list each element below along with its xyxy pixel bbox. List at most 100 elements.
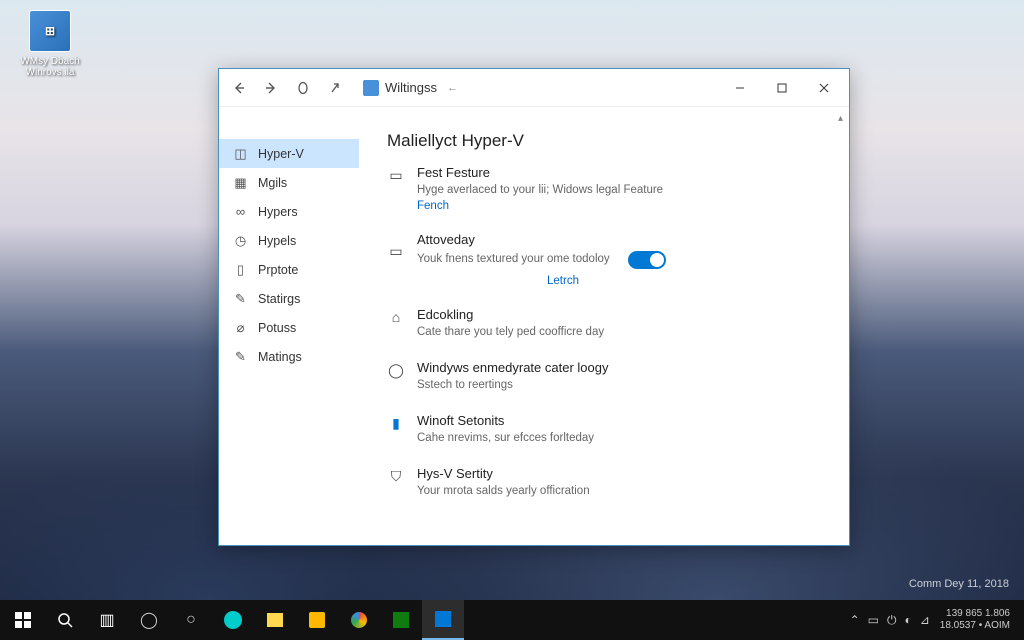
tray-icons[interactable]: ⌃ ▭ ⏻ ◐ ⊿	[850, 613, 930, 628]
monitor-icon: ▭	[387, 242, 405, 260]
lock-icon: ⛉	[387, 467, 405, 485]
shortcut-icon: ⊞	[29, 10, 71, 52]
maximize-button[interactable]	[761, 72, 803, 104]
windows-logo-icon	[15, 612, 31, 628]
setting-title: Fest Festure	[417, 165, 821, 180]
chrome-icon	[351, 612, 367, 628]
tray-chevron-icon[interactable]: ⌃	[850, 613, 860, 628]
taskbar-app-1[interactable]: ◯	[128, 600, 170, 640]
setting-title: Windyws enmedyrate cater loogy	[417, 360, 821, 375]
sidebar-item-potuss[interactable]: ⌀ Potuss	[219, 313, 359, 342]
watermark-text: Comm Dey 11, 2018	[909, 578, 1009, 590]
pen2-icon: ✎	[233, 349, 248, 364]
app-icon-yellow	[309, 612, 325, 628]
setting-title: Hys-V Sertity	[417, 466, 821, 481]
setting-feature: ▭ Fest Festure Hyge averlaced to your li…	[387, 165, 821, 212]
start-button[interactable]	[2, 600, 44, 640]
page-title: Maliellyct Hyper-V	[387, 131, 821, 151]
forward-button[interactable]	[255, 72, 287, 104]
setting-link[interactable]: Fench	[417, 200, 821, 212]
setting-windyws: ◯ Windyws enmedyrate cater loogy Sstech …	[387, 360, 821, 393]
server-icon: ▮	[387, 414, 405, 432]
setting-desc: Sstech to reertings	[417, 377, 821, 393]
edge-icon	[224, 611, 242, 629]
excel-icon	[393, 612, 409, 628]
link-icon: ∞	[233, 204, 248, 219]
doc-icon: ▯	[233, 262, 248, 277]
taskbar-app-4[interactable]	[254, 600, 296, 640]
link2-icon: ⌀	[233, 320, 248, 335]
sidebar-item-hypels[interactable]: ◷ Hypels	[219, 226, 359, 255]
taskbar-app-5[interactable]	[296, 600, 338, 640]
task-view-button[interactable]: ▥	[86, 600, 128, 640]
shield-icon: ◯	[387, 361, 405, 379]
power-icon[interactable]: ⏻	[887, 613, 897, 628]
refresh-button[interactable]	[287, 72, 319, 104]
sidebar-item-label: Mgils	[258, 176, 287, 190]
scroll-up-icon[interactable]: ▴	[838, 113, 843, 124]
toggle-switch[interactable]	[628, 251, 666, 269]
sidebar-item-hypers[interactable]: ∞ Hypers	[219, 197, 359, 226]
sidebar-item-label: Hypels	[258, 234, 296, 248]
sidebar-item-label: Statirgs	[258, 292, 300, 306]
clock-line2: 18.0537 • AOIM	[940, 620, 1010, 632]
setting-desc: Your mrota salds yearly officration	[417, 483, 821, 499]
setting-title: Attoveday	[417, 232, 821, 247]
sidebar-item-statirgs[interactable]: ✎ Statirgs	[219, 284, 359, 313]
feature-icon: ▭	[387, 166, 405, 184]
window-content: ◫ Hyper-V ▦ Mgils ∞ Hypers ◷ Hypels ▯	[219, 107, 849, 545]
arrow-up-right-icon	[329, 82, 341, 94]
taskbar-app-2[interactable]: ○	[170, 600, 212, 640]
shortcut-label: WMsy Dbach Winrovs.ila	[15, 56, 85, 78]
explorer-icon	[267, 613, 283, 627]
close-button[interactable]	[803, 72, 845, 104]
search-button[interactable]	[44, 600, 86, 640]
setting-sublink[interactable]: Letrch	[547, 275, 821, 287]
sidebar-item-label: Hyper-V	[258, 147, 304, 161]
pen-icon: ✎	[233, 291, 248, 306]
back-button[interactable]	[223, 72, 255, 104]
settings-taskbar-icon	[435, 611, 451, 627]
maximize-icon	[777, 83, 787, 93]
minimize-button[interactable]	[719, 72, 761, 104]
sidebar-item-label: Potuss	[258, 321, 296, 335]
sidebar-item-label: Matings	[258, 350, 302, 364]
sidebar-item-mgils[interactable]: ▦ Mgils	[219, 168, 359, 197]
sidebar-item-matings[interactable]: ✎ Matings	[219, 342, 359, 371]
network-icon[interactable]: ⊿	[920, 613, 930, 628]
sidebar-item-prptote[interactable]: ▯ Prptote	[219, 255, 359, 284]
desktop: ⊞ WMsy Dbach Winrovs.ila Comm Dey 11, 20…	[0, 0, 1024, 640]
sidebar: ◫ Hyper-V ▦ Mgils ∞ Hypers ◷ Hypels ▯	[219, 107, 359, 545]
close-icon	[819, 83, 829, 93]
loop-icon	[297, 81, 309, 95]
settings-window: Wiltingss ← ◫ Hyper-V	[218, 68, 850, 546]
main-panel: ▴ Maliellyct Hyper-V ▭ Fest Festure Hyge…	[359, 107, 849, 545]
setting-desc: Youk fnens textured your ome todoloy	[417, 251, 610, 267]
clock-line1: 139 865 1.806	[940, 608, 1010, 620]
up-button[interactable]	[319, 72, 351, 104]
bag-icon: ⌂	[387, 308, 405, 326]
app-icon	[363, 80, 379, 96]
sidebar-item-label: Prptote	[258, 263, 298, 277]
sidebar-item-hyperv[interactable]: ◫ Hyper-V	[219, 139, 359, 168]
volume-icon[interactable]: ◐	[904, 613, 911, 628]
taskbar-app-3[interactable]	[212, 600, 254, 640]
sidebar-item-label: Hypers	[258, 205, 298, 219]
chevron-left-icon: ←	[447, 82, 458, 94]
battery-icon[interactable]: ▭	[868, 613, 879, 628]
system-tray: ⌃ ▭ ⏻ ◐ ⊿ 139 865 1.806 18.0537 • AOIM	[850, 608, 1022, 632]
window-title-text: Wiltingss	[385, 80, 437, 95]
setting-title: Winoft Setonits	[417, 413, 821, 428]
desktop-shortcut[interactable]: ⊞ WMsy Dbach Winrovs.ila	[15, 10, 85, 78]
minimize-icon	[735, 83, 745, 93]
taskbar-app-7[interactable]	[380, 600, 422, 640]
grid-icon: ▦	[233, 175, 248, 190]
setting-desc: Hyge averlaced to your lii; Widows legal…	[417, 182, 821, 198]
setting-desc: Cahe nrevims, sur efcces forlteday	[417, 430, 821, 446]
taskbar-app-settings[interactable]	[422, 600, 464, 640]
tray-clock[interactable]: 139 865 1.806 18.0537 • AOIM	[940, 608, 1010, 632]
taskbar-app-6[interactable]	[338, 600, 380, 640]
cube-icon: ◫	[233, 146, 248, 161]
setting-edcokling: ⌂ Edcokling Cate thare you tely ped coof…	[387, 307, 821, 340]
window-title: Wiltingss ←	[363, 80, 458, 96]
